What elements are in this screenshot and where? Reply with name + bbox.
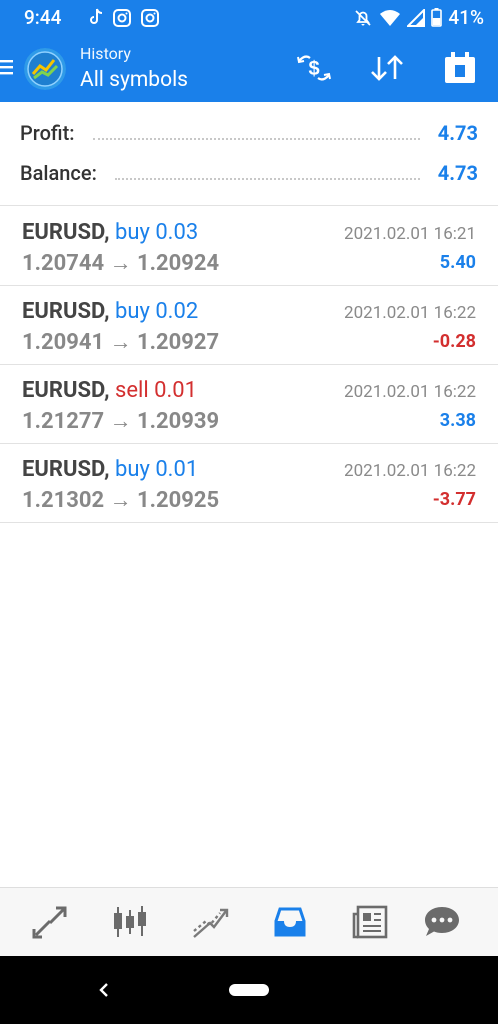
home-button[interactable] [229,984,269,996]
nav-news[interactable] [348,902,392,942]
deal-symbol: EURUSD, [22,220,110,245]
period-button[interactable] [440,48,480,88]
balance-value: 4.73 [437,161,478,185]
deal-type: buy 0.01 [114,457,199,482]
system-icons: 41% [353,6,484,29]
deal-title: EURUSD, buy 0.01 [22,457,198,482]
status-time: 9:44 [24,6,62,29]
app-bar: History All symbols $ [0,36,498,102]
nav-trade[interactable] [188,902,232,942]
page-subtitle: History [80,44,131,63]
dotted-leader [92,138,420,140]
sort-button[interactable] [367,48,407,88]
deal-row[interactable]: EURUSD, buy 0.03 1.20744 → 1.20924 2021.… [0,206,498,286]
deal-title: EURUSD, buy 0.03 [22,220,198,245]
profit-label: Profit: [20,121,75,145]
deal-title: EURUSD, buy 0.02 [22,299,198,324]
messages-icon [425,907,459,936]
deal-prices: 1.20744 → 1.20924 [22,251,220,276]
deal-title: EURUSD, sell 0.01 [22,378,197,403]
account-summary: Profit: 4.73 Balance: 4.73 [0,102,498,206]
profit-value: 4.73 [437,121,478,145]
tiktok-icon [90,8,103,24]
deal-profit: -0.28 [432,331,476,352]
trade-icon [193,908,229,938]
deal-type: sell 0.01 [114,378,198,403]
back-icon[interactable] [94,978,114,1002]
quotes-icon [32,906,67,939]
nav-quotes[interactable] [28,902,72,942]
deal-row[interactable]: EURUSD, buy 0.02 1.20941 → 1.20927 2021.… [0,285,498,365]
nav-history[interactable] [268,902,312,942]
system-navigation-bar [0,956,498,1024]
deal-time: 2021.02.01 16:22 [344,461,476,481]
history-icon [274,907,306,937]
balance-row: Balance: 4.73 [20,158,478,188]
deal-type: buy 0.03 [114,220,199,245]
exchange-dollar-icon: $ [297,55,331,81]
profit-row: Profit: 4.73 [20,118,478,148]
deal-prices: 1.21277 → 1.20939 [22,409,220,434]
deal-time: 2021.02.01 16:22 [344,303,476,323]
deal-row[interactable]: EURUSD, buy 0.01 1.21302 → 1.20925 2021.… [0,443,498,523]
app-logo-icon[interactable] [24,48,66,90]
deal-time: 2021.02.01 16:21 [344,224,476,244]
svg-text:$: $ [308,58,319,80]
deal-symbol: EURUSD, [22,378,110,403]
bottom-navigation [0,887,498,956]
nav-chart[interactable] [108,902,152,942]
notification-icons [88,8,160,28]
deal-prices: 1.21302 → 1.20925 [22,488,220,513]
deal-type: buy 0.02 [114,299,199,324]
battery-percentage: 41% [448,6,484,29]
sort-icon [371,55,403,81]
battery-icon [431,8,443,27]
nav-messages[interactable] [420,902,464,942]
instagram-icon [113,9,131,27]
deal-row[interactable]: EURUSD, sell 0.01 1.21277 → 1.20939 2021… [0,364,498,444]
status-bar: 9:44 41% [0,0,498,36]
deal-profit: 5.40 [439,252,476,273]
deal-profit: -3.77 [432,489,476,510]
currency-filter-button[interactable]: $ [294,48,334,88]
dotted-leader [114,178,420,180]
deal-symbol: EURUSD, [22,457,110,482]
menu-icon[interactable] [0,58,14,76]
deal-symbol: EURUSD, [22,299,110,324]
deal-profit: 3.38 [439,410,476,431]
page-title[interactable]: All symbols [80,68,188,92]
instagram-icon [141,9,159,27]
chart-icon [114,906,146,937]
news-icon [352,905,388,939]
deal-time: 2021.02.01 16:22 [344,382,476,402]
bell-off-icon [355,9,372,26]
signal-icon [407,8,426,27]
deal-prices: 1.20941 → 1.20927 [22,330,220,355]
wifi-icon [380,9,401,26]
calendar-icon [445,52,475,83]
balance-label: Balance: [20,161,97,185]
